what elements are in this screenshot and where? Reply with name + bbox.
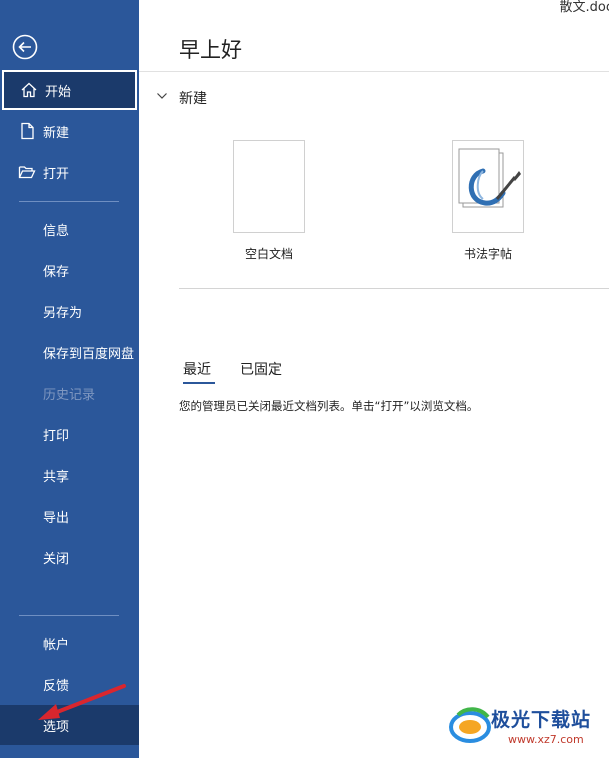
sidebar-item-history: 历史记录 bbox=[0, 373, 139, 413]
backstage-sidebar: 开始 新建 打开 信息 保存 另存为 保存到百度网盘 历史记录 打印 共享 导出… bbox=[0, 0, 139, 758]
sidebar-item-label: 新建 bbox=[43, 125, 70, 141]
sidebar-divider bbox=[19, 615, 119, 616]
chevron-down-icon[interactable] bbox=[156, 90, 168, 102]
document-filename: 散文.doc bbox=[559, 0, 609, 15]
open-folder-icon bbox=[18, 166, 36, 179]
sidebar-item-open[interactable]: 打开 bbox=[0, 152, 139, 192]
sidebar-item-label: 导出 bbox=[43, 510, 70, 526]
home-icon bbox=[21, 82, 37, 98]
sidebar-divider bbox=[19, 201, 119, 202]
sidebar-item-label: 打开 bbox=[43, 166, 70, 182]
sidebar-item-account[interactable]: 帐户 bbox=[0, 623, 139, 663]
active-tab-indicator bbox=[183, 382, 215, 384]
watermark: 极光下载站 www.xz7.com bbox=[446, 701, 606, 753]
sidebar-item-label: 保存到百度网盘 bbox=[43, 346, 135, 362]
sidebar-item-label: 共享 bbox=[43, 469, 70, 485]
back-arrow-icon[interactable] bbox=[12, 34, 38, 60]
blank-document-thumbnail bbox=[233, 140, 305, 233]
sidebar-item-label: 另存为 bbox=[43, 305, 83, 321]
sidebar-item-close[interactable]: 关闭 bbox=[0, 537, 139, 577]
watermark-url: www.xz7.com bbox=[508, 733, 584, 746]
header-divider bbox=[139, 71, 609, 72]
template-name: 书法字帖 bbox=[463, 247, 512, 261]
sidebar-item-label: 关闭 bbox=[43, 551, 70, 567]
sidebar-item-home[interactable]: 开始 bbox=[2, 70, 137, 110]
template-name: 空白文档 bbox=[244, 247, 293, 261]
tab-pinned[interactable]: 已固定 bbox=[240, 359, 282, 379]
sidebar-item-label: 保存 bbox=[43, 264, 70, 280]
watermark-logo-icon bbox=[449, 707, 491, 743]
sidebar-item-share[interactable]: 共享 bbox=[0, 455, 139, 495]
new-document-icon bbox=[21, 122, 34, 140]
sidebar-item-new[interactable]: 新建 bbox=[0, 111, 139, 151]
sidebar-item-label: 打印 bbox=[43, 428, 70, 444]
tab-recent[interactable]: 最近 bbox=[183, 359, 211, 379]
sidebar-item-print[interactable]: 打印 bbox=[0, 414, 139, 454]
watermark-brand: 极光下载站 bbox=[491, 709, 592, 731]
sidebar-item-label: 开始 bbox=[45, 84, 72, 100]
recent-disabled-notice: 您的管理员已关闭最近文档列表。单击“打开”以浏览文档。 bbox=[179, 399, 479, 413]
sidebar-item-info[interactable]: 信息 bbox=[0, 209, 139, 249]
sidebar-item-label: 信息 bbox=[43, 223, 70, 239]
sidebar-item-export[interactable]: 导出 bbox=[0, 496, 139, 536]
sidebar-item-save[interactable]: 保存 bbox=[0, 250, 139, 290]
sidebar-item-save-as[interactable]: 另存为 bbox=[0, 291, 139, 331]
page-title: 早上好 bbox=[179, 38, 242, 62]
sidebar-item-label: 帐户 bbox=[43, 637, 70, 653]
annotation-arrow-icon bbox=[38, 684, 126, 720]
section-title: 新建 bbox=[179, 91, 207, 107]
sidebar-item-label: 历史记录 bbox=[43, 387, 96, 403]
calligraphy-brush-icon bbox=[458, 148, 521, 208]
sidebar-item-save-to-baidu[interactable]: 保存到百度网盘 bbox=[0, 332, 139, 372]
section-divider bbox=[179, 288, 609, 289]
calligraphy-thumbnail bbox=[452, 140, 524, 233]
